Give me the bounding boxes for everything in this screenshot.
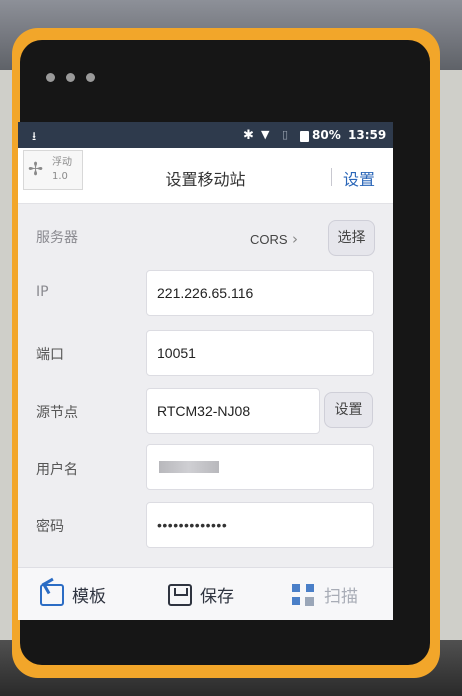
server-value[interactable]: CORS xyxy=(250,232,288,247)
choose-server-button[interactable]: 选择 xyxy=(328,220,375,256)
template-label: 模板 xyxy=(72,587,106,607)
save-button[interactable]: 保存 xyxy=(168,582,234,607)
port-label: 端口 xyxy=(36,347,64,363)
page-title: 设置移动站 xyxy=(165,170,246,189)
device-screen: ⭳ ✱ ▼ ▯ 80% 13:59 ✢ 浮动 1.0 设置移动站 设置 服务器 … xyxy=(18,122,393,620)
redacted-username xyxy=(159,461,219,473)
password-mask: ••••••••••••• xyxy=(157,517,228,533)
chevron-right-icon[interactable]: › xyxy=(292,230,298,248)
password-field[interactable]: ••••••••••••• xyxy=(146,502,374,548)
scan-label: 扫描 xyxy=(324,587,358,607)
battery-percent: 80% xyxy=(312,128,341,142)
port-field[interactable]: 10051 xyxy=(146,330,374,376)
save-label: 保存 xyxy=(200,587,234,607)
sensor-dot xyxy=(66,73,75,82)
header-divider xyxy=(331,168,332,186)
download-icon: ⭳ xyxy=(32,129,37,143)
password-label: 密码 xyxy=(36,519,64,535)
username-label: 用户名 xyxy=(36,462,78,478)
wifi-icon: ▼ xyxy=(261,128,270,141)
bluetooth-icon: ✱ xyxy=(243,128,254,143)
server-label: 服务器 xyxy=(36,230,78,246)
template-icon xyxy=(40,584,64,606)
status-bar: ⭳ ✱ ▼ ▯ 80% 13:59 xyxy=(18,122,393,148)
no-sim-icon: ▯ xyxy=(282,128,289,141)
ip-label: IP xyxy=(36,284,49,300)
bottom-toolbar: 模板 保存 扫描 xyxy=(18,567,393,620)
ip-field[interactable]: 221.226.65.116 xyxy=(146,270,374,316)
battery-icon xyxy=(300,131,309,142)
save-icon xyxy=(168,584,192,606)
username-field[interactable] xyxy=(146,444,374,490)
template-button[interactable]: 模板 xyxy=(40,582,106,607)
header-settings-link[interactable]: 设置 xyxy=(343,166,375,190)
mountpoint-set-button[interactable]: 设置 xyxy=(324,392,373,428)
sensor-dot xyxy=(46,73,55,82)
mountpoint-field[interactable]: RTCM32-NJ08 xyxy=(146,388,320,434)
sensor-dot xyxy=(86,73,95,82)
mountpoint-label: 源节点 xyxy=(36,405,78,421)
app-header: ✢ 浮动 1.0 设置移动站 设置 xyxy=(18,148,393,204)
scan-button[interactable]: 扫描 xyxy=(292,582,358,607)
qr-code-icon xyxy=(292,584,316,606)
status-time: 13:59 xyxy=(348,128,387,142)
